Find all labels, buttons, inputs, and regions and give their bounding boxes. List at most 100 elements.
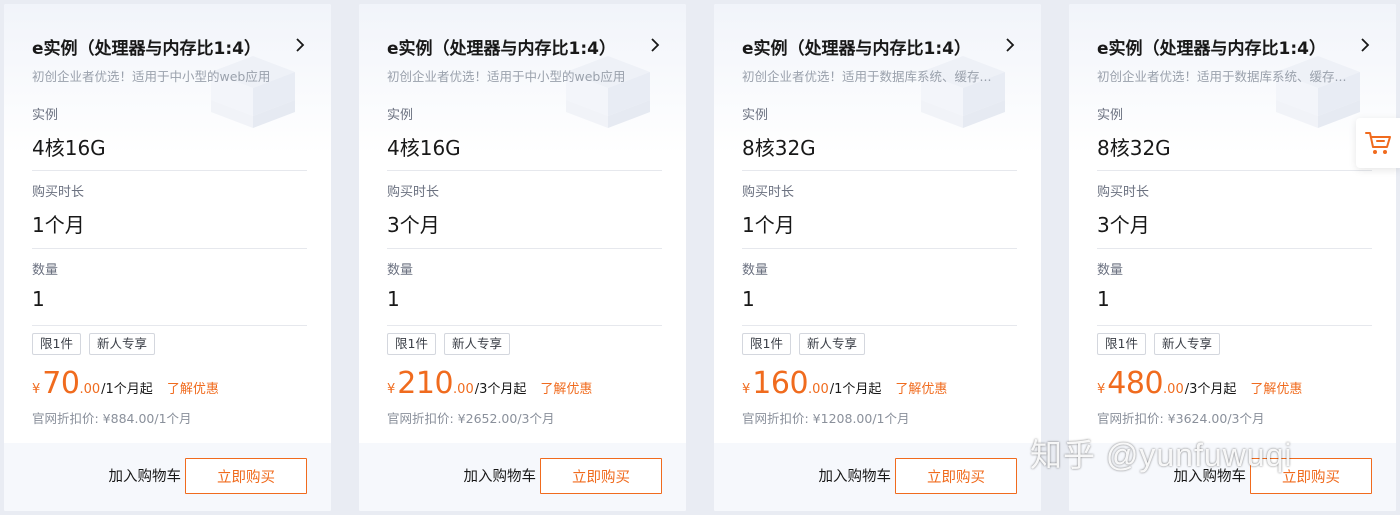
divider [387, 325, 662, 326]
quantity-label: 数量 [387, 263, 414, 278]
quantity-label: 数量 [1097, 263, 1124, 278]
product-card: e实例（处理器与内存比1:4） 初创企业者优选！适用于数据库系统、缓存... 实… [714, 4, 1041, 511]
quantity-label: 数量 [742, 263, 769, 278]
instance-value: 4核16G [32, 136, 106, 160]
price-integer: 480 [1107, 366, 1164, 401]
card-subtitle: 初创企业者优选！适用于数据库系统、缓存... [742, 69, 992, 84]
divider [742, 248, 1017, 249]
instance-label: 实例 [32, 108, 59, 123]
currency-symbol: ¥ [742, 382, 751, 397]
card-header[interactable]: e实例（处理器与内存比1:4） [742, 34, 1017, 60]
divider [387, 248, 662, 249]
original-price: 官网折扣价: ¥884.00/1个月 [32, 411, 192, 426]
chevron-right-icon[interactable] [293, 37, 307, 53]
card-subtitle: 初创企业者优选！适用于中小型的web应用 [32, 69, 271, 84]
tag-list: 限1件 新人专享 [32, 333, 155, 355]
add-to-cart-button[interactable]: 加入购物车 [464, 465, 537, 486]
buy-now-button[interactable]: 立即购买 [895, 458, 1017, 494]
currency-symbol: ¥ [387, 382, 396, 397]
card-subtitle: 初创企业者优选！适用于中小型的web应用 [387, 69, 626, 84]
divider [32, 325, 307, 326]
learn-discount-link[interactable]: 了解优惠 [895, 378, 947, 397]
buy-now-button[interactable]: 立即购买 [185, 458, 307, 494]
instance-value: 4核16G [387, 136, 461, 160]
divider [387, 170, 662, 171]
card-title: e实例（处理器与内存比1:4） [387, 39, 616, 59]
learn-discount-link[interactable]: 了解优惠 [1250, 378, 1302, 397]
price-decimal: .00 [79, 382, 101, 397]
card-header[interactable]: e实例（处理器与内存比1:4） [32, 34, 307, 60]
instance-value: 8核32G [742, 136, 816, 160]
quantity-label: 数量 [32, 263, 59, 278]
divider [1097, 170, 1372, 171]
product-card: e实例（处理器与内存比1:4） 初创企业者优选！适用于中小型的web应用 实例 … [359, 4, 686, 511]
divider [742, 325, 1017, 326]
limit-tag: 限1件 [387, 333, 436, 355]
instance-label: 实例 [742, 108, 769, 123]
product-card: e实例（处理器与内存比1:4） 初创企业者优选！适用于中小型的web应用 实例 … [4, 4, 331, 511]
quantity-value: 1 [387, 287, 400, 311]
card-title: e实例（处理器与内存比1:4） [742, 39, 971, 59]
quantity-value: 1 [1097, 287, 1110, 311]
buy-now-button[interactable]: 立即购买 [540, 458, 662, 494]
tag-list: 限1件 新人专享 [1097, 333, 1220, 355]
original-price: 官网折扣价: ¥3624.00/3个月 [1097, 411, 1265, 426]
divider [32, 248, 307, 249]
card-header[interactable]: e实例（处理器与内存比1:4） [1097, 34, 1372, 60]
watermark-text: 知乎 @yunfuwuqi [1030, 437, 1293, 473]
divider [1097, 325, 1372, 326]
learn-discount-link[interactable]: 了解优惠 [540, 378, 592, 397]
new-user-tag: 新人专享 [1153, 333, 1220, 355]
price-row: ¥ 160 .00 /1个月起 了解优惠 [742, 366, 947, 401]
price-integer: 160 [752, 366, 809, 401]
duration-label: 购买时长 [387, 185, 440, 200]
card-footer: 加入购物车 立即购买 [714, 443, 1041, 511]
card-footer: 加入购物车 立即购买 [359, 443, 686, 511]
price-unit: /1个月起 [101, 382, 153, 397]
new-user-tag: 新人专享 [798, 333, 865, 355]
chevron-right-icon[interactable] [1358, 37, 1372, 53]
price-decimal: .00 [453, 382, 474, 397]
price-row: ¥ 480 .00 /3个月起 了解优惠 [1097, 366, 1302, 401]
tag-list: 限1件 新人专享 [387, 333, 510, 355]
instance-label: 实例 [1097, 108, 1124, 123]
quantity-value: 1 [742, 287, 755, 311]
floating-cart-button[interactable] [1356, 118, 1400, 168]
price-unit: /3个月起 [474, 382, 527, 397]
currency-symbol: ¥ [1097, 382, 1106, 397]
divider [1097, 248, 1372, 249]
original-price: 官网折扣价: ¥1208.00/1个月 [742, 411, 910, 426]
chevron-right-icon[interactable] [648, 37, 662, 53]
limit-tag: 限1件 [32, 333, 81, 355]
price-unit: /3个月起 [1184, 382, 1237, 397]
add-to-cart-button[interactable]: 加入购物车 [109, 465, 182, 486]
card-title: e实例（处理器与内存比1:4） [32, 39, 261, 59]
price-decimal: .00 [808, 382, 829, 397]
chevron-right-icon[interactable] [1003, 37, 1017, 53]
card-title: e实例（处理器与内存比1:4） [1097, 39, 1326, 59]
card-footer: 加入购物车 立即购买 [4, 443, 331, 511]
learn-discount-link[interactable]: 了解优惠 [167, 378, 219, 397]
divider [32, 170, 307, 171]
price-row: ¥ 70 .00 /1个月起 了解优惠 [32, 366, 219, 401]
duration-label: 购买时长 [32, 185, 85, 200]
add-to-cart-button[interactable]: 加入购物车 [819, 465, 892, 486]
duration-label: 购买时长 [1097, 185, 1150, 200]
duration-value: 1个月 [32, 213, 85, 237]
price-unit: /1个月起 [829, 382, 882, 397]
duration-label: 购买时长 [742, 185, 795, 200]
price-decimal: .00 [1163, 382, 1184, 397]
quantity-value: 1 [32, 287, 45, 311]
card-subtitle: 初创企业者优选！适用于数据库系统、缓存... [1097, 69, 1347, 84]
duration-value: 3个月 [387, 213, 440, 237]
tag-list: 限1件 新人专享 [742, 333, 865, 355]
divider [742, 170, 1017, 171]
price-integer: 210 [397, 366, 454, 401]
card-header[interactable]: e实例（处理器与内存比1:4） [387, 34, 662, 60]
new-user-tag: 新人专享 [88, 333, 155, 355]
duration-value: 3个月 [1097, 213, 1150, 237]
cart-icon [1365, 132, 1391, 154]
duration-value: 1个月 [742, 213, 795, 237]
original-price: 官网折扣价: ¥2652.00/3个月 [387, 411, 555, 426]
price-row: ¥ 210 .00 /3个月起 了解优惠 [387, 366, 592, 401]
